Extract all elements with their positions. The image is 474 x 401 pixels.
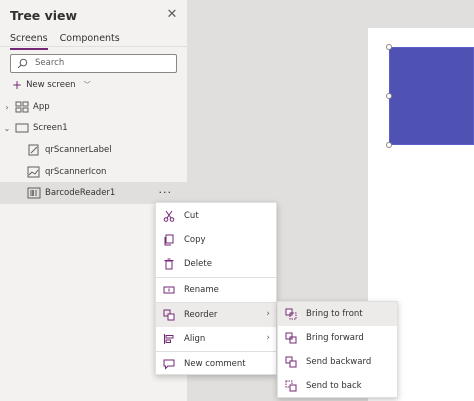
submenu-item-bring-forward[interactable]: Bring forward	[278, 326, 397, 350]
image-icon	[27, 166, 40, 178]
tree-item-label: qrScannerLabel	[45, 145, 112, 155]
submenu-item-send-to-back[interactable]: Send to back	[278, 374, 397, 398]
barcode-icon	[27, 187, 41, 199]
menu-item-cut[interactable]: Cut	[156, 204, 276, 228]
menu-item-label: Copy	[184, 235, 206, 245]
align-icon	[164, 334, 174, 344]
reorder-submenu: Bring to front Bring forward Send backwa…	[277, 301, 398, 398]
more-options-icon[interactable]: ···	[159, 186, 173, 199]
tree-item-label: App	[33, 102, 50, 112]
app-icon	[15, 101, 29, 113]
label-icon	[28, 144, 39, 156]
chevron-right-icon: ›	[266, 333, 270, 343]
new-screen-button[interactable]: + New screen ﹀	[12, 78, 91, 92]
new-screen-label: New screen	[26, 80, 76, 90]
menu-item-delete[interactable]: Delete	[156, 252, 276, 276]
menu-item-label: Delete	[184, 259, 212, 269]
menu-item-label: Cut	[184, 211, 199, 221]
chevron-right-icon[interactable]: ›	[2, 103, 12, 112]
submenu-item-label: Send backward	[306, 357, 372, 367]
menu-item-reorder[interactable]: Reorder ›	[156, 303, 276, 327]
copy-icon	[164, 234, 174, 246]
close-icon[interactable]: ✕	[165, 8, 179, 22]
comment-icon	[163, 359, 175, 370]
menu-item-label: Align	[184, 334, 206, 344]
resize-handle-middle-left[interactable]	[386, 93, 392, 99]
search-icon	[17, 58, 28, 69]
submenu-item-bring-to-front[interactable]: Bring to front	[278, 302, 397, 326]
scissors-icon	[163, 210, 175, 222]
tab-bar: Screens Components	[10, 33, 120, 50]
resize-handle-top-left[interactable]	[386, 44, 392, 50]
context-menu: Cut Copy Delete Rename Reorder › Align ›…	[155, 202, 277, 375]
menu-item-rename[interactable]: Rename	[156, 278, 276, 302]
menu-item-label: Rename	[184, 285, 219, 295]
tree-item-qrscannericon[interactable]: qrScannerIcon	[0, 161, 188, 183]
menu-item-copy[interactable]: Copy	[156, 228, 276, 252]
tree-item-label: Screen1	[33, 123, 68, 133]
bring-to-front-icon	[285, 308, 297, 320]
send-to-back-icon	[285, 380, 297, 392]
submenu-item-label: Send to back	[306, 381, 362, 391]
rename-icon	[163, 286, 175, 294]
tree-item-qrscannerlabel[interactable]: qrScannerLabel	[0, 139, 188, 161]
submenu-item-label: Bring forward	[306, 333, 364, 343]
tabs-divider	[0, 46, 188, 47]
search-placeholder: Search	[35, 58, 65, 68]
tree-item-label: qrScannerIcon	[45, 167, 107, 177]
send-backward-icon	[285, 356, 297, 368]
selected-rectangle[interactable]	[389, 47, 474, 145]
resize-handle-bottom-left[interactable]	[386, 142, 392, 148]
reorder-icon	[163, 309, 175, 321]
trash-icon	[164, 258, 174, 270]
chevron-down-icon[interactable]: ⌄	[2, 124, 12, 133]
menu-item-align[interactable]: Align ›	[156, 327, 276, 351]
menu-item-new-comment[interactable]: New comment	[156, 352, 276, 376]
screen-icon	[15, 123, 29, 133]
bring-forward-icon	[285, 332, 297, 344]
menu-item-label: New comment	[184, 359, 246, 369]
tab-components[interactable]: Components	[60, 33, 120, 50]
tree-item-screen1[interactable]: ⌄ Screen1	[0, 117, 188, 139]
submenu-item-send-backward[interactable]: Send backward	[278, 350, 397, 374]
menu-item-label: Reorder	[184, 310, 218, 320]
submenu-item-label: Bring to front	[306, 309, 363, 319]
tree-item-barcodereader1[interactable]: BarcodeReader1 ···	[0, 182, 188, 204]
tree-item-app[interactable]: › App	[0, 96, 188, 118]
panel-title: Tree view	[10, 8, 78, 23]
search-input[interactable]: Search	[10, 54, 177, 73]
chevron-right-icon: ›	[266, 309, 270, 319]
tree-item-label: BarcodeReader1	[45, 188, 116, 198]
plus-icon: +	[12, 78, 23, 92]
chevron-down-icon: ﹀	[83, 81, 91, 89]
tab-screens[interactable]: Screens	[10, 33, 48, 50]
